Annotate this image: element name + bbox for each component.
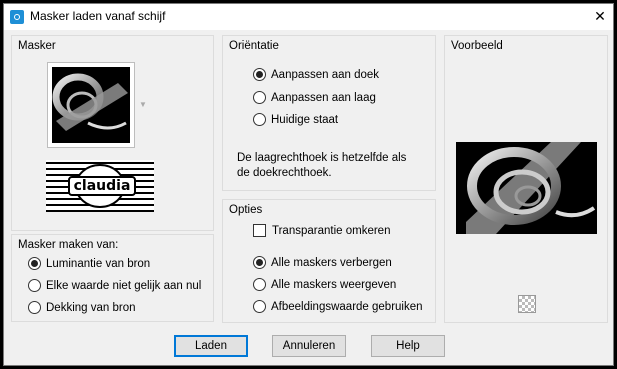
checkbox[interactable] (253, 224, 266, 237)
radio-button[interactable] (253, 91, 266, 104)
radio-label: Alle maskers weergeven (271, 278, 397, 291)
radio-maskers-verbergen[interactable]: Alle maskers verbergen (253, 256, 392, 269)
orientation-info: De laagrechthoek is hetzelfde als de doe… (237, 151, 406, 181)
cancel-button[interactable]: Annuleren (272, 335, 346, 357)
logo-text: claudia (68, 176, 136, 196)
radio-label: Aanpassen aan laag (271, 91, 376, 104)
radio-label: Dekking van bron (46, 301, 136, 314)
radio-afbeeldingswaarde[interactable]: Afbeeldingswaarde gebruiken (253, 300, 423, 313)
mask-preview-image (52, 67, 130, 143)
window-title: Masker laden vanaf schijf (30, 9, 166, 23)
help-button[interactable]: Help (371, 335, 445, 357)
checkbox-label: Transparantie omkeren (272, 224, 391, 237)
radio-button[interactable] (28, 301, 41, 314)
dialog-window: Masker laden vanaf schijf ✕ Masker ▼ cla… (3, 3, 614, 366)
radio-label: Afbeeldingswaarde gebruiken (271, 300, 423, 313)
radio-label: Aanpassen aan doek (271, 68, 380, 81)
app-icon (10, 10, 24, 24)
voorbeeld-label: Voorbeeld (451, 40, 503, 52)
radio-dekking[interactable]: Dekking van bron (28, 301, 136, 314)
mask-logo-image[interactable]: claudia (46, 160, 154, 212)
orientatie-group: Oriëntatie Aanpassen aan doek Aanpassen … (222, 35, 436, 191)
radio-button[interactable] (253, 278, 266, 291)
radio-button-checked[interactable] (253, 256, 266, 269)
opties-label: Opties (229, 204, 263, 216)
radio-button[interactable] (253, 113, 266, 126)
radio-aanpassen-laag[interactable]: Aanpassen aan laag (253, 91, 376, 104)
checkerboard-icon[interactable] (518, 295, 536, 313)
radio-label: Luminantie van bron (46, 257, 151, 270)
radio-button[interactable] (28, 279, 41, 292)
radio-button-checked[interactable] (253, 68, 266, 81)
info-line-1: De laagrechthoek is hetzelfde als (237, 152, 407, 164)
mask-thumbnail[interactable] (47, 62, 135, 148)
radio-maskers-weergeven[interactable]: Alle maskers weergeven (253, 278, 396, 291)
radio-aanpassen-doek[interactable]: Aanpassen aan doek (253, 68, 379, 81)
info-line-2: de doekrechthoek. (237, 167, 332, 179)
radio-label: Huidige staat (271, 113, 339, 126)
radio-elke-waarde[interactable]: Elke waarde niet gelijk aan nul (28, 279, 201, 292)
radio-label: Elke waarde niet gelijk aan nul (46, 279, 202, 292)
radio-huidige-staat[interactable]: Huidige staat (253, 113, 338, 126)
radio-button[interactable] (253, 300, 266, 313)
preview-graphic (466, 142, 596, 234)
opties-group: Opties Transparantie omkeren Alle masker… (222, 199, 436, 323)
thumbnail-dropdown-arrow[interactable]: ▼ (139, 100, 147, 109)
masker-group: Masker ▼ claudia (11, 35, 214, 231)
title-bar: Masker laden vanaf schijf ✕ (4, 4, 613, 30)
radio-label: Alle maskers verbergen (271, 256, 392, 269)
preview-image (456, 142, 597, 234)
radio-luminantie[interactable]: Luminantie van bron (28, 257, 150, 270)
close-button[interactable]: ✕ (589, 6, 611, 26)
maken-van-group: Masker maken van: Luminantie van bron El… (11, 234, 214, 322)
voorbeeld-group: Voorbeeld (444, 35, 608, 323)
load-button[interactable]: Laden (174, 335, 248, 357)
masker-group-label: Masker (18, 40, 56, 52)
orientatie-label: Oriëntatie (229, 40, 279, 52)
checkbox-transparantie-omkeren[interactable]: Transparantie omkeren (253, 224, 390, 237)
radio-button-checked[interactable] (28, 257, 41, 270)
maken-van-label: Masker maken van: (18, 239, 119, 251)
close-icon: ✕ (594, 8, 606, 24)
